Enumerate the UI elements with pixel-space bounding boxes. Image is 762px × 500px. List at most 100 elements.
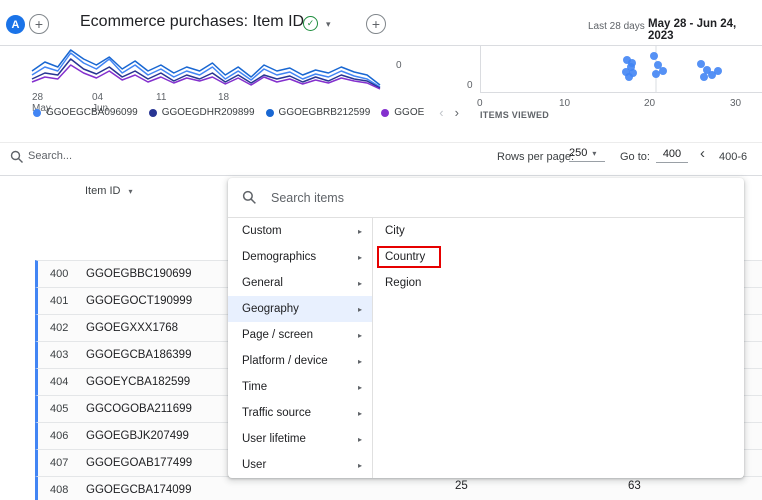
- legend-label: GGOEGDHR209899: [162, 107, 255, 118]
- row-index: 402: [50, 322, 86, 334]
- legend-label: GGOE: [394, 107, 424, 118]
- add-comparison-button[interactable]: +: [366, 14, 386, 34]
- arrow-right-icon: ▸: [358, 435, 362, 444]
- line-chart: [30, 47, 386, 91]
- chevron-down-icon[interactable]: ▾: [326, 19, 331, 30]
- section-divider: [0, 142, 762, 143]
- legend-dot-icon: [266, 109, 274, 117]
- category-label: Demographics: [242, 251, 316, 263]
- add-button-left[interactable]: +: [29, 14, 49, 34]
- arrow-right-icon: ▸: [358, 279, 362, 288]
- scatter-x-tick: 20: [644, 98, 655, 109]
- arrow-right-icon: ▸: [358, 227, 362, 236]
- row-item-id: GGOEGCBA186399: [86, 349, 191, 361]
- category-label: Time: [242, 381, 267, 393]
- caret-down-icon: ▾: [128, 187, 132, 196]
- menu-category-geography[interactable]: Geography ▸: [228, 296, 372, 322]
- legend-next-icon[interactable]: ›: [455, 106, 459, 119]
- category-label: Traffic source: [242, 407, 311, 419]
- row-index: 400: [50, 268, 86, 280]
- arrow-right-icon: ▸: [358, 305, 362, 314]
- row-index: 407: [50, 457, 86, 469]
- scatter-y-axis-label: 0: [467, 80, 473, 91]
- row-item-id: GGOEGXXX1768: [86, 322, 178, 334]
- rows-per-page-value: 250: [569, 147, 587, 159]
- scatter-x-tick: 30: [730, 98, 741, 109]
- category-label: Page / screen: [242, 329, 313, 341]
- menu-search-bar: [228, 178, 744, 218]
- column-header-label: Item ID: [85, 185, 120, 197]
- legend-prev-icon[interactable]: ‹: [439, 106, 443, 119]
- submenu-item-region[interactable]: Region: [373, 270, 744, 296]
- legend-item[interactable]: GGOEGCBA096099: [33, 107, 138, 118]
- saved-check-icon[interactable]: ✓: [303, 16, 318, 31]
- scatter-x-axis-title: ITEMS VIEWED: [480, 110, 549, 120]
- row-item-id: GGCOGOBA211699: [86, 403, 192, 415]
- menu-search-input[interactable]: [271, 191, 491, 205]
- scatter-x-tick: 10: [559, 98, 570, 109]
- chart-legend: GGOEGCBA096099 GGOEGDHR209899 GGOEGBRB21…: [33, 106, 459, 119]
- tick-day: 28: [32, 92, 51, 103]
- category-label: User: [242, 459, 266, 471]
- table-cell-value: 25: [455, 480, 468, 492]
- legend-item[interactable]: GGOEGDHR209899: [149, 107, 255, 118]
- search-icon: [242, 190, 257, 205]
- arrow-right-icon: ▸: [358, 331, 362, 340]
- submenu-item-city[interactable]: City: [373, 218, 744, 244]
- menu-category-page-screen[interactable]: Page / screen ▸: [228, 322, 372, 348]
- legend-label: GGOEGCBA096099: [46, 107, 138, 118]
- legend-item[interactable]: GGOEGBRB212599: [266, 107, 371, 118]
- legend-item[interactable]: GGOE: [381, 107, 424, 118]
- row-index: 404: [50, 376, 86, 388]
- scatter-x-tick: 0: [477, 98, 483, 109]
- table-row[interactable]: 408 GGOEGCBA174099: [35, 476, 762, 500]
- row-index: 405: [50, 403, 86, 415]
- legend-dot-icon: [149, 109, 157, 117]
- menu-submenu-list: City Country Region: [373, 218, 744, 478]
- menu-category-list: Custom ▸ Demographics ▸ General ▸ Geogra…: [228, 218, 373, 478]
- dimension-picker-menu: Custom ▸ Demographics ▸ General ▸ Geogra…: [228, 178, 744, 478]
- pagination-range: 400-6: [719, 151, 762, 163]
- submenu-label: City: [385, 225, 405, 237]
- submenu-label: Region: [385, 277, 421, 289]
- date-range-picker[interactable]: May 28 - Jun 24, 2023: [648, 18, 762, 42]
- arrow-right-icon: ▸: [358, 253, 362, 262]
- tick-day: 11: [156, 92, 166, 103]
- table-search-input[interactable]: [28, 146, 188, 166]
- table-cell-value: 63: [628, 480, 641, 492]
- menu-category-custom[interactable]: Custom ▸: [228, 218, 372, 244]
- analytics-logo[interactable]: A: [6, 15, 25, 34]
- goto-page-input[interactable]: [656, 146, 688, 163]
- scatter-chart-area: [480, 46, 762, 93]
- row-item-id: GGOEGOCT190999: [86, 295, 192, 307]
- legend-label: GGOEGBRB212599: [279, 107, 371, 118]
- row-item-id: GGOEYCBA182599: [86, 376, 190, 388]
- menu-category-traffic-source[interactable]: Traffic source ▸: [228, 400, 372, 426]
- row-index: 401: [50, 295, 86, 307]
- menu-category-time[interactable]: Time ▸: [228, 374, 372, 400]
- row-item-id: GGOEGCBA174099: [86, 484, 191, 496]
- item-id-column-header-dropdown[interactable]: Item ID ▾: [85, 185, 132, 197]
- submenu-item-country[interactable]: Country: [373, 244, 744, 270]
- date-range-label: Last 28 days: [588, 21, 645, 32]
- line-chart-y-axis-label: 0: [396, 60, 402, 71]
- row-item-id: GGOEGBJK207499: [86, 430, 189, 442]
- pagination-prev-icon[interactable]: ‹: [700, 145, 705, 162]
- table-top-divider: [0, 175, 762, 176]
- scatter-chart: [481, 46, 762, 93]
- rows-per-page-select[interactable]: 250 ▾: [569, 147, 605, 162]
- submenu-label: Country: [385, 251, 425, 263]
- menu-category-user-lifetime[interactable]: User lifetime ▸: [228, 426, 372, 452]
- line-chart-x-tick: 18: [218, 92, 229, 103]
- line-chart-x-tick: 11: [156, 92, 166, 103]
- search-icon: [10, 150, 24, 164]
- menu-category-platform-device[interactable]: Platform / device ▸: [228, 348, 372, 374]
- page-title: Ecommerce purchases: Item ID: [80, 13, 304, 31]
- menu-category-general[interactable]: General ▸: [228, 270, 372, 296]
- tick-day: 18: [218, 92, 229, 103]
- arrow-right-icon: ▸: [358, 383, 362, 392]
- menu-category-demographics[interactable]: Demographics ▸: [228, 244, 372, 270]
- menu-body: Custom ▸ Demographics ▸ General ▸ Geogra…: [228, 218, 744, 478]
- category-label: General: [242, 277, 283, 289]
- menu-category-user[interactable]: User ▸: [228, 452, 372, 478]
